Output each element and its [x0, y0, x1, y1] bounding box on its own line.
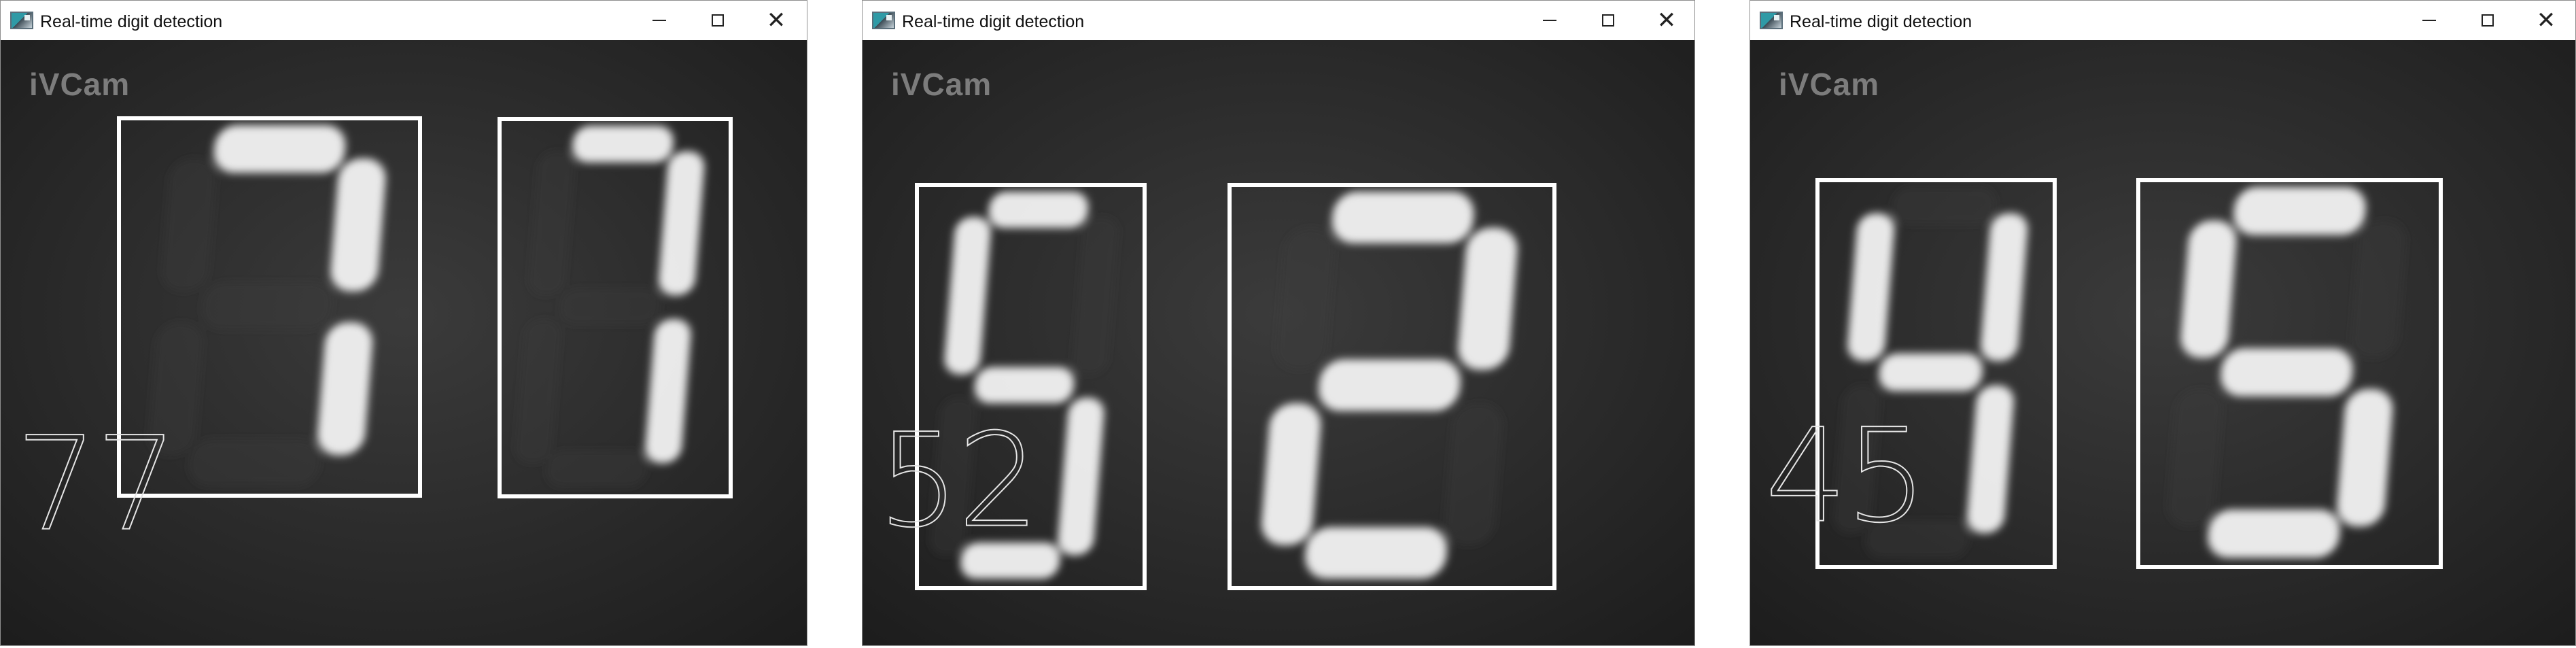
window-title: Real-time digit detection [40, 12, 223, 31]
segment-lit [2221, 348, 2353, 396]
watermark-label: iVCam [1779, 67, 1880, 102]
feed-scene: 45 [1750, 40, 2575, 645]
predicted-digit: 5 [877, 406, 960, 556]
detection-window-2: Real-time digit detection ✕ 52 iVCam [862, 0, 1695, 646]
app-icon [872, 12, 895, 29]
segment-lit [1879, 353, 1983, 392]
segment-lit [1305, 527, 1447, 579]
predicted-digit: 7 [96, 409, 178, 560]
feed-scene: 77 [1, 40, 807, 645]
window-title: Real-time digit detection [1790, 12, 1972, 31]
segment-lit [213, 125, 346, 173]
close-icon[interactable]: ✕ [2517, 1, 2575, 40]
segment-lit [572, 126, 674, 163]
segment-lit [988, 192, 1088, 228]
camera-feed: 45 iVCam [1750, 40, 2575, 645]
minimize-icon[interactable] [2400, 1, 2458, 40]
predicted-digit: 2 [958, 406, 1040, 556]
app-icon [10, 12, 33, 29]
maximize-icon[interactable] [1579, 1, 1637, 40]
app-icon [1760, 12, 1783, 29]
segment-dim [559, 288, 661, 325]
watermark-label: iVCam [29, 67, 130, 102]
segment-dim [188, 438, 321, 486]
detection-window-3: Real-time digit detection ✕ 45 iVCam [1750, 0, 2576, 646]
segment-dim [546, 450, 648, 488]
segment-lit [1331, 192, 1474, 243]
title-bar[interactable]: Real-time digit detection ✕ [863, 1, 1694, 40]
camera-feed: 77 iVCam [1, 40, 807, 645]
maximize-icon[interactable] [689, 1, 747, 40]
camera-feed: 52 iVCam [863, 40, 1694, 645]
title-bar[interactable]: Real-time digit detection ✕ [1, 1, 807, 40]
close-icon[interactable]: ✕ [1637, 1, 1694, 40]
predicted-digit: 5 [1845, 401, 1928, 551]
predicted-digit: 7 [16, 409, 98, 560]
segment-lit [2208, 509, 2340, 558]
watermark-label: iVCam [891, 67, 992, 102]
close-icon[interactable]: ✕ [747, 1, 805, 40]
segment-lit [2233, 187, 2366, 235]
window-title: Real-time digit detection [902, 12, 1085, 31]
segment-dim [201, 282, 333, 330]
detection-window-1: Real-time digit detection ✕ 77 iVCam [0, 0, 807, 646]
minimize-icon[interactable] [630, 1, 689, 40]
predicted-digit: 4 [1765, 401, 1847, 551]
segment-dim [1892, 187, 1996, 225]
minimize-icon[interactable] [1520, 1, 1579, 40]
title-bar[interactable]: Real-time digit detection ✕ [1750, 1, 2575, 40]
segment-lit [1318, 359, 1461, 411]
feed-scene: 52 [863, 40, 1694, 645]
maximize-icon[interactable] [2458, 1, 2517, 40]
segment-lit [974, 366, 1075, 404]
